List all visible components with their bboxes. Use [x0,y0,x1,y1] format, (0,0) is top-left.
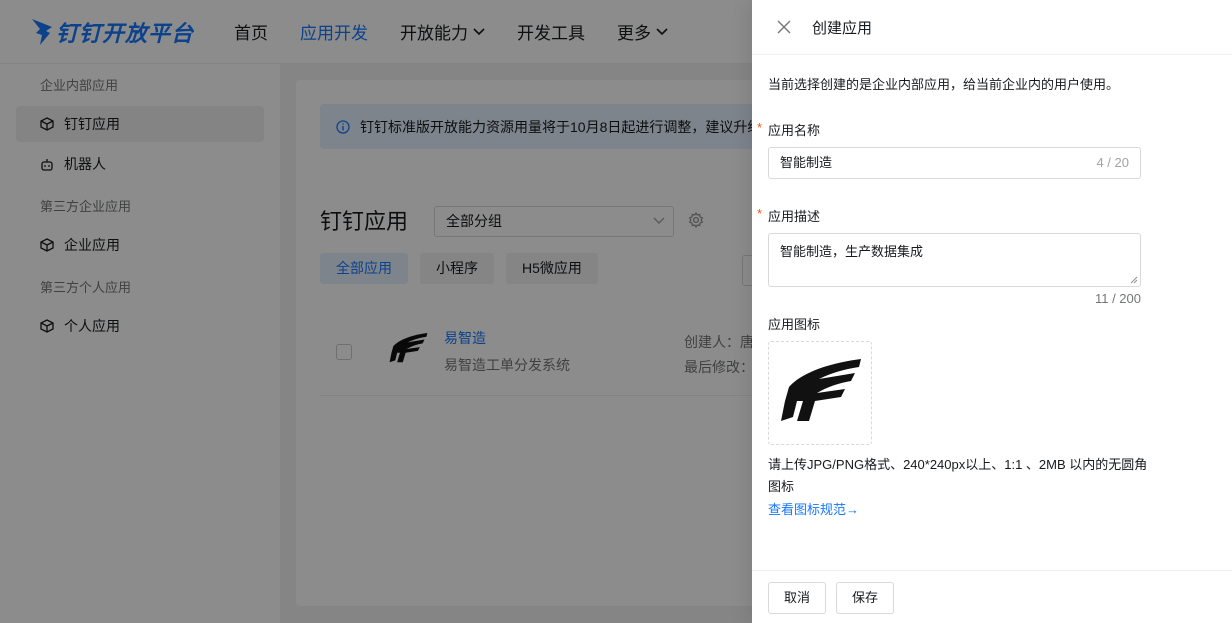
uploaded-app-icon [781,359,861,421]
icon-spec-link[interactable]: 查看图标规范→ [768,499,859,518]
app-name-value: 智能制造 [780,155,833,170]
close-icon [777,20,791,34]
resize-handle-icon[interactable] [1130,276,1138,284]
required-mark: * [757,120,763,135]
drawer-header: 创建应用 [752,0,1232,55]
app-icon-label: 应用图标 [768,317,821,332]
close-button[interactable] [772,15,796,39]
app-desc-label: * 应用描述 [757,206,821,224]
upload-hint: 请上传JPG/PNG格式、240*240px以上、1:1 、2MB 以内的无圆角… [768,457,1148,494]
app-desc-counter: 11 / 200 [1094,291,1141,306]
drawer-footer: 取消 保存 [752,570,1232,623]
create-app-drawer: 创建应用 当前选择创建的是企业内部应用，给当前企业内的用户使用。 * 应用名称 … [752,0,1232,623]
app-desc-value: 智能制造，生产数据集成 [780,244,924,259]
save-button[interactable]: 保存 [836,582,895,614]
app-name-label: * 应用名称 [757,120,821,138]
create-hint: 当前选择创建的是企业内部应用，给当前企业内的用户使用。 [768,77,1120,92]
icon-upload-box[interactable] [768,341,872,445]
app-desc-textarea[interactable]: 智能制造，生产数据集成 [768,233,1141,287]
app-name-counter: 4 / 20 [1096,155,1129,170]
required-mark: * [757,206,763,221]
app-name-input[interactable]: 智能制造 4 / 20 [768,147,1141,179]
cancel-button[interactable]: 取消 [768,582,827,614]
drawer-title: 创建应用 [812,19,873,37]
